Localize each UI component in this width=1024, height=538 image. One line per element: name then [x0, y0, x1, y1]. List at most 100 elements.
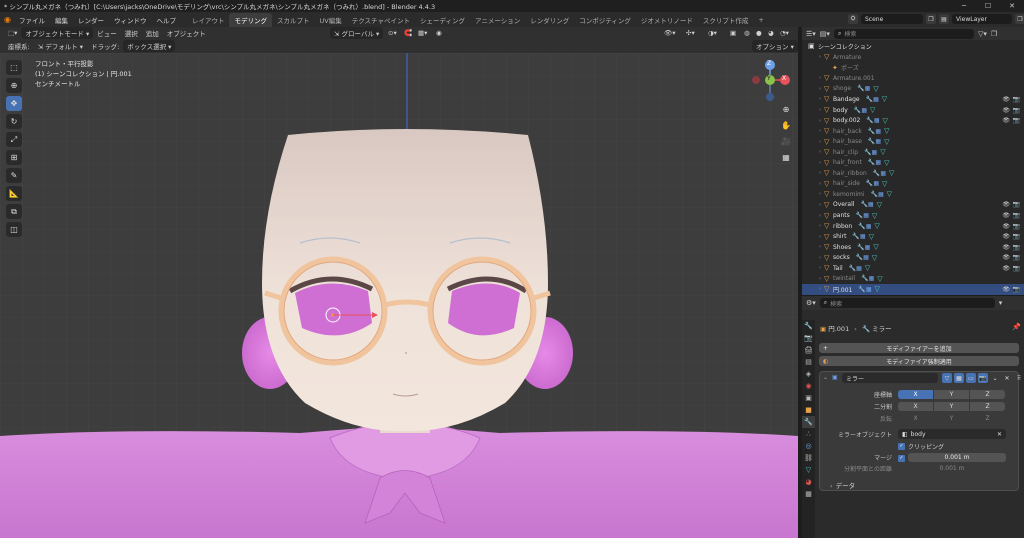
- expand-arrow-icon[interactable]: ›: [816, 213, 824, 219]
- render-camera-icon[interactable]: 📷: [1013, 117, 1020, 124]
- menu-render[interactable]: レンダー: [73, 15, 109, 25]
- axis-y-toggle[interactable]: Y: [934, 390, 969, 399]
- outliner-row[interactable]: › ▽ hair_ribbon 🔧▦ ▽: [802, 168, 1024, 179]
- tab-shading[interactable]: シェーディング: [415, 13, 470, 27]
- properties-pin-icon[interactable]: ▾: [999, 299, 1003, 307]
- scene-icon[interactable]: ⛭: [848, 14, 858, 24]
- visibility-eye-icon[interactable]: 👁: [1002, 107, 1010, 114]
- cursor-icon[interactable]: ⊕: [6, 78, 22, 93]
- camera-view-icon[interactable]: 🎥: [780, 135, 792, 147]
- menu-edit[interactable]: 編集: [50, 15, 73, 25]
- apply-all-button[interactable]: ◐ モディファイア強制適用: [819, 356, 1019, 366]
- texture-tab-icon[interactable]: ▦: [802, 488, 815, 500]
- bisect-x-toggle[interactable]: X: [898, 402, 933, 411]
- axis-z-toggle[interactable]: Z: [970, 390, 1005, 399]
- visibility-eye-icon[interactable]: 👁: [1002, 96, 1010, 103]
- collection-tab-icon[interactable]: ▣: [802, 392, 815, 404]
- outliner-row[interactable]: › ▽ hair_base 🔧▦ ▽: [802, 136, 1024, 147]
- expand-arrow-icon[interactable]: ›: [816, 191, 824, 197]
- collapse-icon[interactable]: ⌄: [823, 374, 828, 381]
- outliner-row[interactable]: › ▽ Overall 🔧▦ ▽ 👁 📷: [802, 200, 1024, 211]
- expand-arrow-icon[interactable]: ›: [816, 170, 824, 176]
- bisect-distance-field[interactable]: 0.001 m: [898, 464, 1006, 473]
- copy-viewlayer-icon[interactable]: ❐: [1015, 14, 1024, 24]
- expand-arrow-icon[interactable]: ›: [816, 276, 824, 282]
- render-camera-icon[interactable]: 📷: [1013, 233, 1020, 240]
- expand-arrow-icon[interactable]: ›: [816, 244, 824, 250]
- overlay-toggle-icon[interactable]: ◑▾: [704, 28, 721, 38]
- filter-icon[interactable]: ▽▾: [978, 30, 987, 38]
- tab-modeling[interactable]: モデリング: [229, 12, 272, 27]
- mode-dropdown[interactable]: オブジェクトモード ▾: [21, 27, 94, 39]
- scale-icon[interactable]: ⤢: [6, 132, 22, 147]
- edit-mode-icon[interactable]: ▽: [942, 373, 952, 383]
- drag-dropdown[interactable]: ボックス選択 ▾: [123, 40, 176, 52]
- scene-tab-icon[interactable]: ◈: [802, 368, 815, 380]
- tab-animation[interactable]: アニメーション: [470, 13, 525, 27]
- proportional-edit-icon[interactable]: ◉: [432, 28, 446, 38]
- blender-logo-icon[interactable]: ◉: [4, 15, 14, 24]
- render-camera-icon[interactable]: 📷: [1013, 212, 1020, 219]
- new-collection-icon[interactable]: ❐: [991, 30, 997, 38]
- outliner-search-input[interactable]: ⌕ 検索: [833, 28, 974, 39]
- visibility-eye-icon[interactable]: 👁: [1002, 223, 1010, 230]
- options-dropdown[interactable]: オプション ▾: [752, 40, 798, 52]
- measure-icon[interactable]: 📐: [6, 186, 22, 201]
- clear-mirror-object-icon[interactable]: ✕: [997, 431, 1002, 438]
- outliner-row[interactable]: › ▽ hair_front 🔧▦ ▽: [802, 158, 1024, 169]
- outliner-row[interactable]: › ▽ hair_side 🔧▦ ▽: [802, 179, 1024, 190]
- outliner-row[interactable]: › ▽ pants 🔧▦ ▽ 👁 📷: [802, 210, 1024, 221]
- render-display-icon[interactable]: 📷: [978, 373, 988, 383]
- tool-tab-icon[interactable]: 🔧: [802, 320, 815, 332]
- flip-y-toggle[interactable]: Y: [934, 414, 969, 423]
- tab-texture-paint[interactable]: テクスチャペイント: [347, 13, 415, 27]
- expand-arrow-icon[interactable]: ›: [816, 107, 824, 113]
- visibility-eye-icon[interactable]: 👁: [1002, 286, 1010, 293]
- cage-icon[interactable]: ▦: [954, 373, 964, 383]
- data-subpanel[interactable]: › データ: [830, 480, 855, 490]
- minimize-button[interactable]: ─: [952, 2, 976, 10]
- expand-arrow-icon[interactable]: ›: [816, 265, 824, 271]
- move-icon[interactable]: ✥: [6, 96, 22, 111]
- physics-tab-icon[interactable]: ◎: [802, 440, 815, 452]
- render-camera-icon[interactable]: 📷: [1013, 96, 1020, 103]
- render-camera-icon[interactable]: 📷: [1013, 223, 1020, 230]
- constraints-tab-icon[interactable]: ⛓: [802, 452, 815, 464]
- outliner-row[interactable]: › ▽ Armature.001: [802, 73, 1024, 84]
- render-camera-icon[interactable]: 📷: [1013, 201, 1020, 208]
- object-tab-icon[interactable]: ■: [802, 404, 815, 416]
- outliner-row[interactable]: › ▽ Bandage 🔧▦ ▽ 👁 📷: [802, 94, 1024, 105]
- delete-modifier-icon[interactable]: ✕: [1002, 373, 1012, 383]
- data-tab-icon[interactable]: ▽: [802, 464, 815, 476]
- outliner-row[interactable]: › ▽ Shoes 🔧▦ ▽ 👁 📷: [802, 242, 1024, 253]
- render-tab-icon[interactable]: 📷: [802, 332, 815, 344]
- tab-sculpt[interactable]: スカルプト: [272, 13, 315, 27]
- render-camera-icon[interactable]: 📷: [1013, 254, 1020, 261]
- copy-scene-icon[interactable]: ❐: [926, 14, 936, 24]
- expand-arrow-icon[interactable]: ›: [816, 118, 824, 124]
- close-button[interactable]: ✕: [1000, 2, 1024, 10]
- modifier-tab-icon[interactable]: 🔧: [802, 416, 815, 428]
- visibility-icon[interactable]: 👁▾: [660, 28, 680, 38]
- viewport-display-icon[interactable]: ▭: [966, 373, 976, 383]
- merge-checkbox[interactable]: ✓: [898, 453, 908, 462]
- modifier-menu-icon[interactable]: ⌄: [990, 373, 1000, 383]
- outliner-row[interactable]: › ▽ kemomimi 🔧▦ ▽: [802, 189, 1024, 200]
- expand-arrow-icon[interactable]: ›: [816, 54, 824, 60]
- outliner-display-icon[interactable]: ▤▾: [820, 30, 830, 38]
- outliner-row[interactable]: › ▽ Tail 🔧▦ ▽ 👁 📷: [802, 263, 1024, 274]
- output-tab-icon[interactable]: 🖨: [802, 344, 815, 356]
- axis-x-toggle[interactable]: X: [898, 390, 933, 399]
- mirror-object-field[interactable]: ◧ body ✕: [898, 429, 1006, 439]
- visibility-eye-icon[interactable]: 👁: [1002, 254, 1010, 261]
- menu-window[interactable]: ウィンドウ: [109, 15, 152, 25]
- viewlayer-icon[interactable]: ▤: [939, 14, 949, 24]
- scene-collection-row[interactable]: ▣ シーンコレクション: [802, 41, 1024, 52]
- bisect-z-toggle[interactable]: Z: [970, 402, 1005, 411]
- add-cube-icon[interactable]: ⧉: [6, 204, 22, 219]
- drag-handle-icon[interactable]: ⠿: [1014, 373, 1024, 383]
- menu-file[interactable]: ファイル: [14, 15, 50, 25]
- outliner-row[interactable]: › ▽ 円.001 🔧▦ ▽ 👁 📷: [802, 284, 1024, 295]
- visibility-eye-icon[interactable]: 👁: [1002, 233, 1010, 240]
- render-camera-icon[interactable]: 📷: [1013, 107, 1020, 114]
